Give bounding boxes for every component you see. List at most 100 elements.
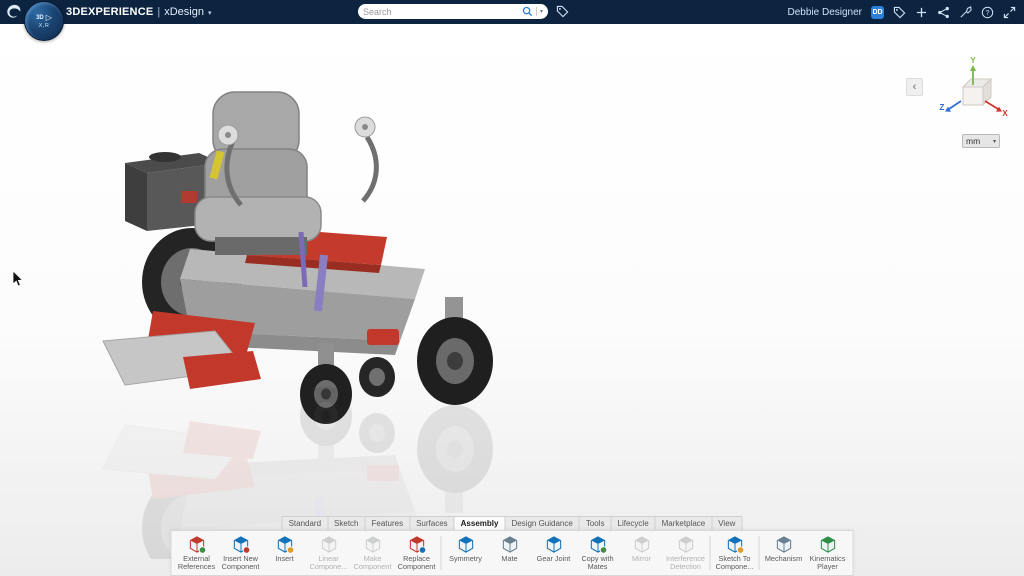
action-ribbon: StandardSketchFeaturesSurfacesAssemblyDe…: [171, 516, 854, 576]
toolbar-item-label: Copy with Mates: [577, 555, 619, 573]
search-options-chevron-icon[interactable]: ▾: [540, 8, 543, 15]
toolbar-item-insert-new-component[interactable]: Insert New Component: [219, 533, 263, 574]
toolbar-item-insert[interactable]: Insert: [263, 533, 307, 574]
tab-surfaces[interactable]: Surfaces: [410, 516, 455, 530]
orientation-triad[interactable]: Y X Z: [938, 56, 1010, 130]
units-dropdown[interactable]: mm ▾: [962, 134, 1000, 148]
user-avatar[interactable]: DD: [871, 6, 884, 19]
mechanism-icon: [774, 535, 793, 554]
copy-with-mates-icon: [588, 535, 607, 554]
viewport-canvas[interactable]: ‹ Y X Z mm ▾: [0, 24, 1024, 576]
toolbar-item-make-component: Make Component: [351, 533, 395, 574]
linear-component-icon: [319, 535, 338, 554]
toolbar-item-external-references[interactable]: External References: [175, 533, 219, 574]
toolbar-item-copy-with-mates[interactable]: Copy with Mates: [576, 533, 620, 574]
mate-icon: [500, 535, 519, 554]
insert-icon: [275, 535, 294, 554]
toolbar-item-sketch-to-component[interactable]: Sketch To Compone...: [713, 533, 757, 574]
share-icon[interactable]: [937, 6, 950, 19]
ribbon-toolbar: External ReferencesInsert New Component I…: [171, 530, 854, 576]
svg-text:?: ?: [986, 9, 990, 16]
sketch-to-component-icon: [725, 535, 744, 554]
toolbar-item-linear-component: Linear Compone...: [307, 533, 351, 574]
model-lawn-mower[interactable]: [95, 79, 495, 559]
toolbar-item-interference-detection: Interference Detection: [664, 533, 708, 574]
kinematics-player-icon: [818, 535, 837, 554]
symmetry-icon: [456, 535, 475, 554]
user-name[interactable]: Debbie Designer: [788, 7, 863, 18]
toolbar-item-label: External References: [176, 555, 218, 573]
toolbar-item-label: Symmetry: [449, 555, 482, 564]
compass-circle[interactable]: 3D ▷ X,R: [24, 1, 64, 41]
toolbar-item-mate[interactable]: Mate: [488, 533, 532, 574]
toolbar-item-label: Linear Compone...: [308, 555, 350, 573]
search-divider: [536, 7, 537, 16]
tab-sketch[interactable]: Sketch: [328, 516, 365, 530]
triad-z-label: Z: [940, 103, 945, 112]
toolbar-group-separator: [710, 536, 711, 571]
units-chevron-icon: ▾: [993, 138, 996, 145]
toolbar-item-label: Insert New Component: [220, 555, 262, 573]
toolbar-item-mirror: Mirror: [620, 533, 664, 574]
toolbar-item-label: Gear Joint: [537, 555, 571, 564]
search-input[interactable]: [363, 7, 519, 17]
tag-search-icon[interactable]: [556, 5, 569, 18]
tab-tools[interactable]: Tools: [580, 516, 612, 530]
toolbar-group-separator: [759, 536, 760, 571]
toolbar-item-label: Mechanism: [765, 555, 802, 564]
toolbar-item-label: Make Component: [352, 555, 394, 573]
top-app-bar: 3DEXPERIENCE | xDesign ▾ ▾ Debbie Design…: [0, 0, 1024, 24]
add-icon[interactable]: [915, 6, 928, 19]
app-switcher-chevron-icon[interactable]: ▾: [208, 9, 212, 17]
topbar-action-icons: ?: [893, 6, 1016, 19]
insert-new-component-icon: [231, 535, 250, 554]
tab-lifecycle[interactable]: Lifecycle: [612, 516, 656, 530]
toolbar-item-mechanism[interactable]: Mechanism: [762, 533, 806, 574]
xdesign-app-window: 3DEXPERIENCE | xDesign ▾ ▾ Debbie Design…: [0, 0, 1024, 576]
mouse-cursor-icon: [12, 270, 24, 288]
tag-icon[interactable]: [893, 6, 906, 19]
search-box[interactable]: ▾: [358, 4, 548, 19]
tab-marketplace[interactable]: Marketplace: [656, 516, 713, 530]
fullscreen-icon[interactable]: [1003, 6, 1016, 19]
gear-joint-icon: [544, 535, 563, 554]
interference-detection-icon: [676, 535, 695, 554]
3dexperience-compass[interactable]: 3D ▷ X,R: [24, 1, 64, 45]
topbar-right-cluster: Debbie Designer DD ?: [788, 0, 1017, 24]
toolbar-item-label: Replace Component: [396, 555, 438, 573]
help-icon[interactable]: ?: [981, 6, 994, 19]
search-icon[interactable]: [522, 6, 533, 17]
app-name[interactable]: xDesign: [164, 6, 204, 18]
toolbar-item-kinematics-player[interactable]: Kinematics Player: [806, 533, 850, 574]
toolbar-item-label: Interference Detection: [665, 555, 707, 573]
toolbar-item-replace-component[interactable]: Replace Component: [395, 533, 439, 574]
tools-icon[interactable]: [959, 6, 972, 19]
external-references-icon: [187, 535, 206, 554]
tab-design-guidance[interactable]: Design Guidance: [505, 516, 579, 530]
brand-title: 3DEXPERIENCE: [66, 6, 153, 18]
units-value: mm: [966, 136, 980, 146]
compass-xr-label: X,R: [39, 23, 50, 29]
toolbar-group-separator: [441, 536, 442, 571]
tab-features[interactable]: Features: [366, 516, 411, 530]
toolbar-item-label: Mate: [501, 555, 517, 564]
tab-standard[interactable]: Standard: [282, 516, 328, 530]
compass-play-icon[interactable]: ▷: [46, 14, 52, 22]
toolbar-item-label: Sketch To Compone...: [714, 555, 756, 573]
tab-view[interactable]: View: [712, 516, 742, 530]
toolbar-item-symmetry[interactable]: Symmetry: [444, 533, 488, 574]
tab-assembly[interactable]: Assembly: [455, 516, 506, 530]
collapse-panel-button[interactable]: ‹: [906, 78, 923, 96]
toolbar-item-label: Kinematics Player: [807, 555, 849, 573]
toolbar-item-label: Insert: [275, 555, 293, 564]
triad-x-label: X: [1002, 109, 1008, 118]
ribbon-tabs: StandardSketchFeaturesSurfacesAssemblyDe…: [282, 516, 743, 530]
brand-divider: |: [157, 6, 160, 18]
replace-component-icon: [407, 535, 426, 554]
mirror-icon: [632, 535, 651, 554]
make-component-icon: [363, 535, 382, 554]
compass-3d-label: 3D: [36, 15, 44, 21]
3ds-logo-icon[interactable]: [5, 3, 22, 20]
chevron-left-icon: ‹: [913, 81, 917, 93]
toolbar-item-gear-joint[interactable]: Gear Joint: [532, 533, 576, 574]
